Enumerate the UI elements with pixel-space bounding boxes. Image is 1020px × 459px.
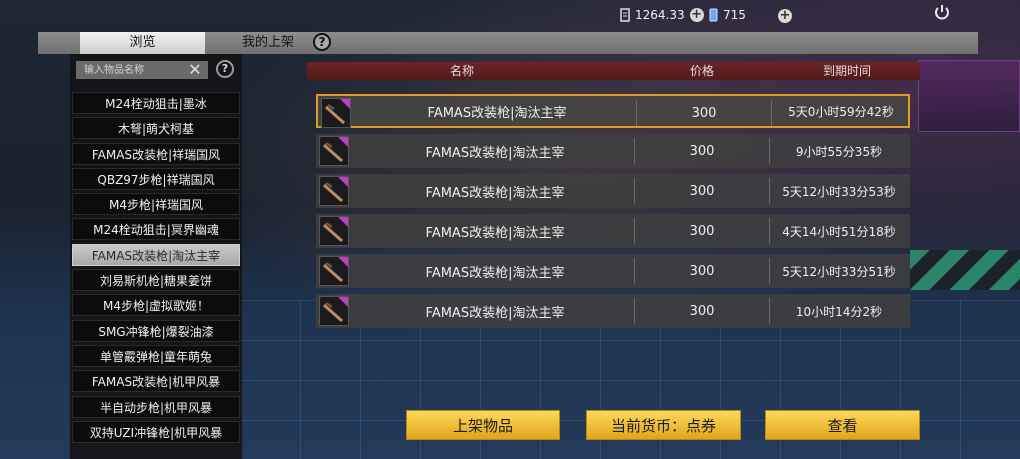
table-row[interactable]: FAMAS改装枪|淘汰主宰 300 10小时14分2秒	[316, 294, 910, 328]
list-item[interactable]: M24栓动狙击|墨冰	[72, 92, 240, 114]
table-row[interactable]: FAMAS改装枪|淘汰主宰 300 5天12小时33分53秒	[316, 174, 910, 208]
row-name: FAMAS改装枪|淘汰主宰	[425, 185, 565, 201]
list-item[interactable]: 木弩|萌犬柯基	[72, 117, 240, 140]
weapon-thumbnail-icon	[319, 136, 349, 166]
add-card-currency-button[interactable]: +	[689, 8, 704, 22]
currency-card-value: 1264.33	[635, 8, 685, 22]
search-help-icon[interactable]: ?	[216, 60, 234, 78]
list-item[interactable]: M4步枪|祥瑞国风	[72, 193, 240, 216]
row-name: FAMAS改装枪|淘汰主宰	[425, 145, 565, 161]
row-expiry: 9小时55分35秒	[795, 144, 883, 159]
row-price: 300	[634, 218, 770, 244]
tab-bar: 浏览 我的上架 ?	[38, 32, 978, 54]
list-item[interactable]: M4步枪|虚拟歌姬！	[72, 294, 240, 317]
weapon-thumbnail-icon	[319, 296, 349, 326]
gem-icon	[709, 8, 718, 22]
weapon-thumbnail-icon	[319, 216, 349, 246]
row-name: FAMAS改装枪|淘汰主宰	[425, 305, 565, 321]
list-item[interactable]: FAMAS改装枪|祥瑞国风	[72, 142, 240, 165]
tab-browse[interactable]: 浏览	[80, 32, 205, 54]
list-item-selected[interactable]: FAMAS改装枪|淘汰主宰	[72, 243, 240, 266]
table-row[interactable]: FAMAS改装枪|淘汰主宰 300 5天12小时33分51秒	[316, 254, 910, 288]
list-item[interactable]: SMG冲锋枪|爆裂油漆	[72, 319, 240, 342]
table-header: 名称 价格 到期时间	[307, 62, 920, 80]
row-expiry: 5天12小时33分53秒	[782, 184, 896, 199]
currency-gem-balance: 715	[708, 8, 746, 22]
background-neon-sign	[918, 60, 1020, 132]
row-expiry: 5天12小时33分51秒	[782, 264, 896, 279]
row-expiry: 4天14小时51分18秒	[782, 224, 896, 239]
currency-card-balance: 1264.33 +	[620, 8, 704, 22]
currency-toggle-button[interactable]: 当前货币：点券	[586, 410, 741, 440]
list-item[interactable]: M24栓动狙击|冥界幽魂	[72, 218, 240, 241]
weapon-thumbnail-icon	[321, 98, 351, 128]
list-item-button[interactable]: 上架物品	[406, 410, 560, 440]
row-name: FAMAS改装枪|淘汰主宰	[425, 265, 565, 281]
background-stripes	[910, 250, 1020, 290]
list-item[interactable]: QBZ97步枪|祥瑞国风	[72, 167, 240, 190]
row-name: FAMAS改装枪|淘汰主宰	[425, 225, 565, 241]
column-header-price: 价格	[689, 64, 714, 78]
weapon-thumbnail-icon	[319, 256, 349, 286]
column-header-expiry: 到期时间	[822, 64, 871, 78]
power-icon[interactable]	[933, 3, 951, 21]
table-row[interactable]: FAMAS改装枪|淘汰主宰 300 5天0小时59分42秒	[316, 94, 910, 128]
tab-my-listings[interactable]: 我的上架	[208, 32, 328, 54]
item-sidebar: ✕ ? M24栓动狙击|墨冰 木弩|萌犬柯基 FAMAS改装枪|祥瑞国风 QBZ…	[70, 54, 242, 459]
list-item[interactable]: FAMAS改装枪|机甲风暴	[72, 370, 240, 393]
add-gem-currency-button[interactable]: +	[778, 9, 792, 23]
clear-search-icon[interactable]: ✕	[187, 61, 203, 79]
row-price: 300	[634, 138, 770, 164]
row-price: 300	[634, 178, 770, 204]
row-price: 300	[634, 298, 770, 324]
weapon-thumbnail-icon	[319, 176, 349, 206]
currency-gem-value: 715	[723, 8, 746, 22]
list-item[interactable]: 刘易斯机枪|糖果姜饼	[72, 269, 240, 292]
list-item[interactable]: 半自动步枪|机甲风暴	[72, 395, 240, 418]
column-header-name: 名称	[449, 64, 474, 78]
list-item[interactable]: 双持UZI冲锋枪|机甲风暴	[72, 420, 240, 443]
item-list: M24栓动狙击|墨冰 木弩|萌犬柯基 FAMAS改装枪|祥瑞国风 QBZ97步枪…	[72, 92, 240, 446]
row-price: 300	[636, 100, 772, 126]
coin-card-icon	[620, 8, 630, 22]
table-row[interactable]: FAMAS改装枪|淘汰主宰 300 4天14小时51分18秒	[316, 214, 910, 248]
row-price: 300	[634, 258, 770, 284]
table-row[interactable]: FAMAS改装枪|淘汰主宰 300 9小时55分35秒	[316, 134, 910, 168]
row-expiry: 10小时14分2秒	[795, 304, 883, 319]
top-status-bar: 1264.33 + 715 +	[0, 0, 1020, 32]
view-button[interactable]: 查看	[765, 410, 920, 440]
list-item[interactable]: 单管霰弹枪|童年萌兔	[72, 344, 240, 367]
row-name: FAMAS改装枪|淘汰主宰	[427, 105, 567, 121]
help-button[interactable]: ?	[313, 33, 331, 51]
row-expiry: 5天0小时59分42秒	[788, 104, 894, 119]
